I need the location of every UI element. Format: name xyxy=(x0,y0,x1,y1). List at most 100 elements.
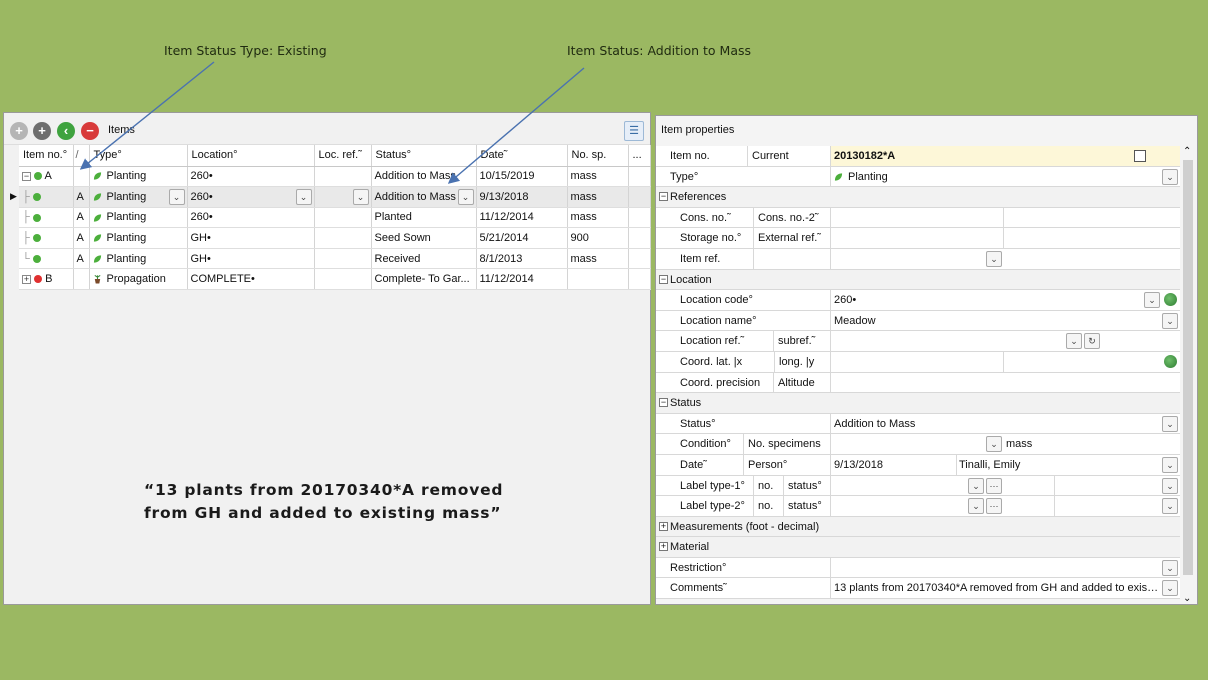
altitude-label: Altitude xyxy=(778,376,815,389)
coord-value[interactable] xyxy=(830,351,1180,372)
status-value[interactable]: Addition to Mass xyxy=(830,413,1180,434)
condition-value[interactable] xyxy=(830,434,1180,455)
scroll-up-icon[interactable]: ⌃ xyxy=(1183,146,1191,157)
prop-coord: Coord. lat. |x long. |y xyxy=(656,351,1180,373)
coord-lat-label: Coord. lat. |x xyxy=(680,355,743,368)
col-type[interactable]: Type° xyxy=(89,145,188,167)
collapse-icon[interactable]: − xyxy=(22,171,31,181)
comments-value[interactable]: 13 plants from 20170340*A removed from G… xyxy=(830,578,1160,599)
item-ref-dropdown-icon[interactable]: ⌄ xyxy=(986,250,1002,267)
type-field[interactable]: Planting xyxy=(830,166,1180,187)
label-type1-label: Label type-1° xyxy=(666,475,754,496)
table-row-selected[interactable]: ├ A Planting ⌄ 260• ⌄ ⌄ Addition to Mass ⌄ … xyxy=(19,186,651,208)
tree-view-icon[interactable]: ☰ xyxy=(624,121,644,141)
collapse-icon[interactable]: − xyxy=(659,274,668,284)
condition-dropdown-icon[interactable]: ⌄ xyxy=(986,436,1002,453)
coord-precision-value[interactable] xyxy=(830,372,1180,393)
remove-item-icon[interactable]: − xyxy=(81,122,99,140)
type-dropdown-icon[interactable]: ⌄ xyxy=(168,189,185,206)
cons-no-value[interactable] xyxy=(830,207,1180,228)
prop-label-type1: Label type-1° no. status° ⌄ ⋯ ⌄ xyxy=(656,475,1180,497)
location-name-value[interactable]: Meadow xyxy=(830,310,1180,331)
col-more[interactable]: ... xyxy=(628,145,651,167)
quote-text: “13 plants from 20170340*A removed from … xyxy=(144,479,503,525)
label-type1-dropdown-icon[interactable]: ⌄ xyxy=(968,477,984,494)
add-item-icon[interactable]: + xyxy=(33,122,51,140)
scroll-thumb[interactable] xyxy=(1183,160,1193,575)
item-ref-label: Item ref. xyxy=(666,248,754,269)
vertical-scrollbar[interactable]: ⌃ ⌄ xyxy=(1180,146,1197,604)
more-icon[interactable]: ⋯ xyxy=(986,498,1002,515)
comments-dropdown-icon[interactable]: ⌄ xyxy=(1162,580,1178,597)
location-code-value[interactable]: 260• xyxy=(830,290,1180,311)
globe-icon[interactable] xyxy=(1164,354,1177,368)
col-no-sp[interactable]: No. sp. xyxy=(567,145,629,167)
section-material[interactable]: + Material xyxy=(656,537,1180,558)
add-disabled-icon[interactable]: + xyxy=(10,122,28,140)
item-location: COMPLETE• xyxy=(187,268,315,291)
col-loc-ref[interactable]: Loc. ref.˜ xyxy=(314,145,372,167)
scroll-down-icon[interactable]: ⌄ xyxy=(1183,593,1191,604)
section-label: Material xyxy=(670,541,710,554)
table-row[interactable]: + B Propagation COMPLETE• Complete- To G… xyxy=(19,268,651,291)
col-sort[interactable]: / xyxy=(73,145,90,167)
loc-ref-dropdown-icon[interactable]: ⌄ xyxy=(352,189,369,206)
collapse-icon[interactable]: − xyxy=(659,398,668,408)
type-dropdown-icon[interactable]: ⌄ xyxy=(1162,168,1178,185)
person-value[interactable]: Tinalli, Emily xyxy=(959,455,1020,475)
location-code-dropdown-icon[interactable]: ⌄ xyxy=(1144,292,1160,309)
refresh-icon[interactable]: ↻ xyxy=(1084,333,1100,350)
table-row[interactable]: − A Planting 260• Addition to Mass 10/15… xyxy=(19,166,651,188)
col-location[interactable]: Location° xyxy=(187,145,315,167)
table-row[interactable]: ├ A Planting 260• Planted 11/12/2014 mas… xyxy=(19,207,651,229)
go-back-icon[interactable]: ‹ xyxy=(57,122,75,140)
no-specimens-value[interactable]: mass xyxy=(1006,434,1032,454)
col-date[interactable]: Date˜ xyxy=(476,145,568,167)
section-status[interactable]: − Status xyxy=(656,393,1180,414)
col-item-no[interactable]: Item no.° xyxy=(19,145,74,167)
items-panel: + + ‹ − Items ☰ Item no.° / Type° Locati… xyxy=(3,112,651,605)
status-dropdown-icon[interactable]: ⌄ xyxy=(1162,415,1178,432)
more-icon[interactable]: ⋯ xyxy=(986,477,1002,494)
status-dropdown-icon[interactable]: ⌄ xyxy=(457,189,474,206)
storage-no-value[interactable] xyxy=(830,228,1180,249)
expand-icon[interactable]: + xyxy=(659,521,668,531)
item-date: 8/1/2013 xyxy=(476,248,568,270)
quote-line-2: from GH and added to existing mass” xyxy=(144,504,502,522)
item-no-sp: mass xyxy=(567,248,629,270)
section-measurements[interactable]: + Measurements (foot - decimal) xyxy=(656,516,1180,538)
leaf-icon xyxy=(93,255,101,263)
section-location[interactable]: − Location xyxy=(656,269,1180,291)
person-dropdown-icon[interactable]: ⌄ xyxy=(1162,456,1178,473)
item-no-sp: mass xyxy=(567,207,629,229)
table-row[interactable]: └ A Planting GH• Received 8/1/2013 mass xyxy=(19,248,651,270)
label-status1-dropdown-icon[interactable]: ⌄ xyxy=(1162,477,1178,494)
location-ref-dropdown-icon[interactable]: ⌄ xyxy=(1066,333,1082,350)
restriction-dropdown-icon[interactable]: ⌄ xyxy=(1162,559,1178,576)
coord-lat-text: Coord. lat. xyxy=(680,355,731,368)
type-value: Planting xyxy=(848,170,888,183)
item-no-value[interactable]: 20130182*A xyxy=(830,146,1180,166)
table-row[interactable]: ├ A Planting GH• Seed Sown 5/21/2014 900 xyxy=(19,227,651,249)
item-ref-value[interactable] xyxy=(830,248,1180,269)
location-name-dropdown-icon[interactable]: ⌄ xyxy=(1162,312,1178,329)
label-type2-value[interactable] xyxy=(830,496,1180,517)
location-ref-value[interactable] xyxy=(830,331,1180,352)
label-type2-dropdown-icon[interactable]: ⌄ xyxy=(968,498,984,515)
expand-icon[interactable]: + xyxy=(22,274,31,284)
section-references[interactable]: − References xyxy=(656,187,1180,208)
label-status2-dropdown-icon[interactable]: ⌄ xyxy=(1162,498,1178,515)
subref-label: subref.˜ xyxy=(778,335,816,348)
prop-type: Type° Planting ⌄ xyxy=(656,166,1180,188)
item-checkbox[interactable] xyxy=(1134,150,1146,162)
collapse-icon[interactable]: − xyxy=(659,192,668,202)
item-no-sp: 900 xyxy=(567,227,629,249)
label-type1-value[interactable] xyxy=(830,475,1180,496)
location-dropdown-icon[interactable]: ⌄ xyxy=(295,189,312,206)
cons-no2-label: Cons. no.-2˜ xyxy=(758,211,819,224)
col-status[interactable]: Status° xyxy=(371,145,477,167)
expand-icon[interactable]: + xyxy=(659,542,668,552)
restriction-value[interactable] xyxy=(830,557,1180,578)
leaf-icon xyxy=(93,213,101,222)
item-location: 260• xyxy=(190,190,213,203)
